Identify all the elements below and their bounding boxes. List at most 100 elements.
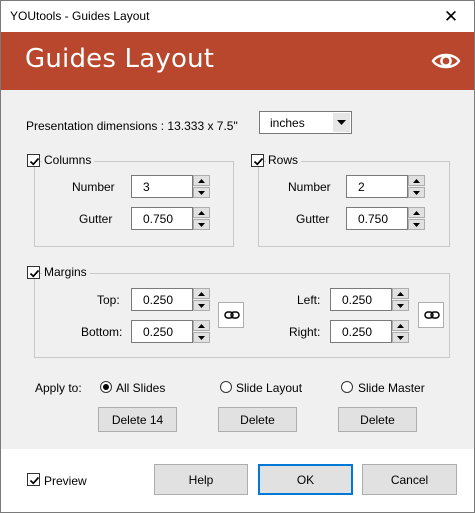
apply-to-label: Apply to: [35, 381, 82, 395]
spin-down-button[interactable] [392, 332, 409, 343]
columns-gutter-spinner[interactable] [193, 207, 210, 230]
margin-right-label: Right: [289, 325, 321, 339]
rows-number-spinner[interactable] [408, 175, 425, 198]
header-title: Guides Layout [25, 44, 215, 74]
caret-down-icon [397, 304, 404, 308]
caret-up-icon [198, 179, 205, 183]
delete-slide-master-button[interactable]: Delete [338, 407, 417, 432]
columns-label: Columns [42, 153, 95, 167]
preview-label[interactable]: Preview [44, 474, 87, 488]
units-dropdown[interactable]: inches [259, 111, 352, 134]
all-slides-label[interactable]: All Slides [116, 381, 165, 395]
columns-checkbox[interactable] [27, 154, 40, 167]
caret-up-icon [397, 292, 404, 296]
delete-all-slides-button[interactable]: Delete 14 [98, 407, 177, 432]
margin-bottom-spinner[interactable] [193, 320, 210, 343]
spin-up-button[interactable] [392, 288, 409, 299]
spin-down-button[interactable] [193, 300, 210, 311]
dialog-content: Presentation dimensions : 13.333 x 7.5" … [1, 90, 474, 449]
chevron-down-icon [337, 120, 346, 125]
close-icon[interactable]: ✕ [428, 1, 474, 32]
caret-down-icon [198, 336, 205, 340]
ok-button[interactable]: OK [258, 464, 353, 495]
spin-down-button[interactable] [392, 300, 409, 311]
units-value: inches [270, 116, 305, 130]
margins-label: Margins [42, 265, 90, 279]
caret-down-icon [198, 304, 205, 308]
margin-top-label: Top: [97, 293, 120, 307]
spin-down-button[interactable] [193, 219, 210, 230]
rows-checkbox[interactable] [251, 154, 264, 167]
caret-up-icon [198, 211, 205, 215]
caret-down-icon [413, 223, 420, 227]
columns-number-label: Number [72, 180, 115, 194]
rows-label: Rows [266, 153, 302, 167]
link-top-bottom-button[interactable] [218, 302, 244, 328]
window-title: YOUtools - Guides Layout [10, 9, 150, 23]
check-icon [29, 157, 40, 166]
margin-right-input[interactable]: 0.250 [330, 320, 392, 343]
rows-gutter-label: Gutter [296, 212, 330, 226]
spin-up-button[interactable] [193, 207, 210, 218]
cancel-button[interactable]: Cancel [362, 464, 457, 495]
slide-master-label[interactable]: Slide Master [358, 381, 425, 395]
radio-slide-layout[interactable] [220, 381, 232, 393]
header-banner: Guides Layout [1, 32, 474, 90]
columns-group [34, 161, 234, 247]
radio-all-slides[interactable] [100, 381, 112, 393]
caret-up-icon [413, 179, 420, 183]
rows-gutter-spinner[interactable] [408, 207, 425, 230]
chain-link-icon [424, 311, 440, 319]
dialog-footer: Preview Help OK Cancel [1, 449, 474, 512]
caret-down-icon [198, 191, 205, 195]
columns-gutter-input[interactable]: 0.750 [131, 207, 193, 230]
delete-slide-layout-button[interactable]: Delete [218, 407, 297, 432]
margin-left-label: Left: [297, 293, 321, 307]
check-icon [29, 269, 40, 278]
preview-checkbox[interactable] [27, 473, 40, 486]
spin-up-button[interactable] [193, 175, 210, 186]
spin-down-button[interactable] [193, 187, 210, 198]
caret-down-icon [198, 223, 205, 227]
spin-down-button[interactable] [193, 332, 210, 343]
margin-bottom-input[interactable]: 0.250 [131, 320, 193, 343]
spin-down-button[interactable] [408, 219, 425, 230]
margin-top-spinner[interactable] [193, 288, 210, 311]
margin-left-input[interactable]: 0.250 [330, 288, 392, 311]
columns-gutter-label: Gutter [79, 212, 113, 226]
spin-up-button[interactable] [408, 207, 425, 218]
spin-up-button[interactable] [193, 320, 210, 331]
caret-up-icon [413, 211, 420, 215]
radio-slide-master[interactable] [341, 381, 353, 393]
presentation-dimensions-label: Presentation dimensions : 13.333 x 7.5" [26, 119, 238, 133]
help-button[interactable]: Help [154, 464, 248, 495]
columns-number-input[interactable]: 3 [131, 175, 193, 198]
spin-down-button[interactable] [408, 187, 425, 198]
check-icon [29, 476, 40, 485]
margin-right-spinner[interactable] [392, 320, 409, 343]
margins-checkbox[interactable] [27, 266, 40, 279]
rows-number-input[interactable]: 2 [346, 175, 408, 198]
caret-down-icon [397, 336, 404, 340]
margin-top-input[interactable]: 0.250 [131, 288, 193, 311]
spin-up-button[interactable] [392, 320, 409, 331]
title-bar: YOUtools - Guides Layout ✕ [1, 1, 474, 32]
rows-number-label: Number [288, 180, 331, 194]
chain-link-icon [224, 311, 240, 319]
margin-bottom-label: Bottom: [81, 325, 123, 339]
spin-up-button[interactable] [408, 175, 425, 186]
caret-up-icon [198, 324, 205, 328]
caret-down-icon [413, 191, 420, 195]
spin-up-button[interactable] [193, 288, 210, 299]
margin-left-spinner[interactable] [392, 288, 409, 311]
link-left-right-button[interactable] [418, 302, 444, 328]
dropdown-button[interactable] [333, 113, 350, 132]
slide-layout-label[interactable]: Slide Layout [236, 381, 302, 395]
check-icon [253, 157, 264, 166]
caret-up-icon [198, 292, 205, 296]
guides-layout-dialog: YOUtools - Guides Layout ✕ Guides Layout… [0, 0, 475, 513]
columns-number-spinner[interactable] [193, 175, 210, 198]
eye-icon[interactable] [431, 48, 461, 74]
rows-gutter-input[interactable]: 0.750 [346, 207, 408, 230]
rows-group [258, 161, 450, 247]
